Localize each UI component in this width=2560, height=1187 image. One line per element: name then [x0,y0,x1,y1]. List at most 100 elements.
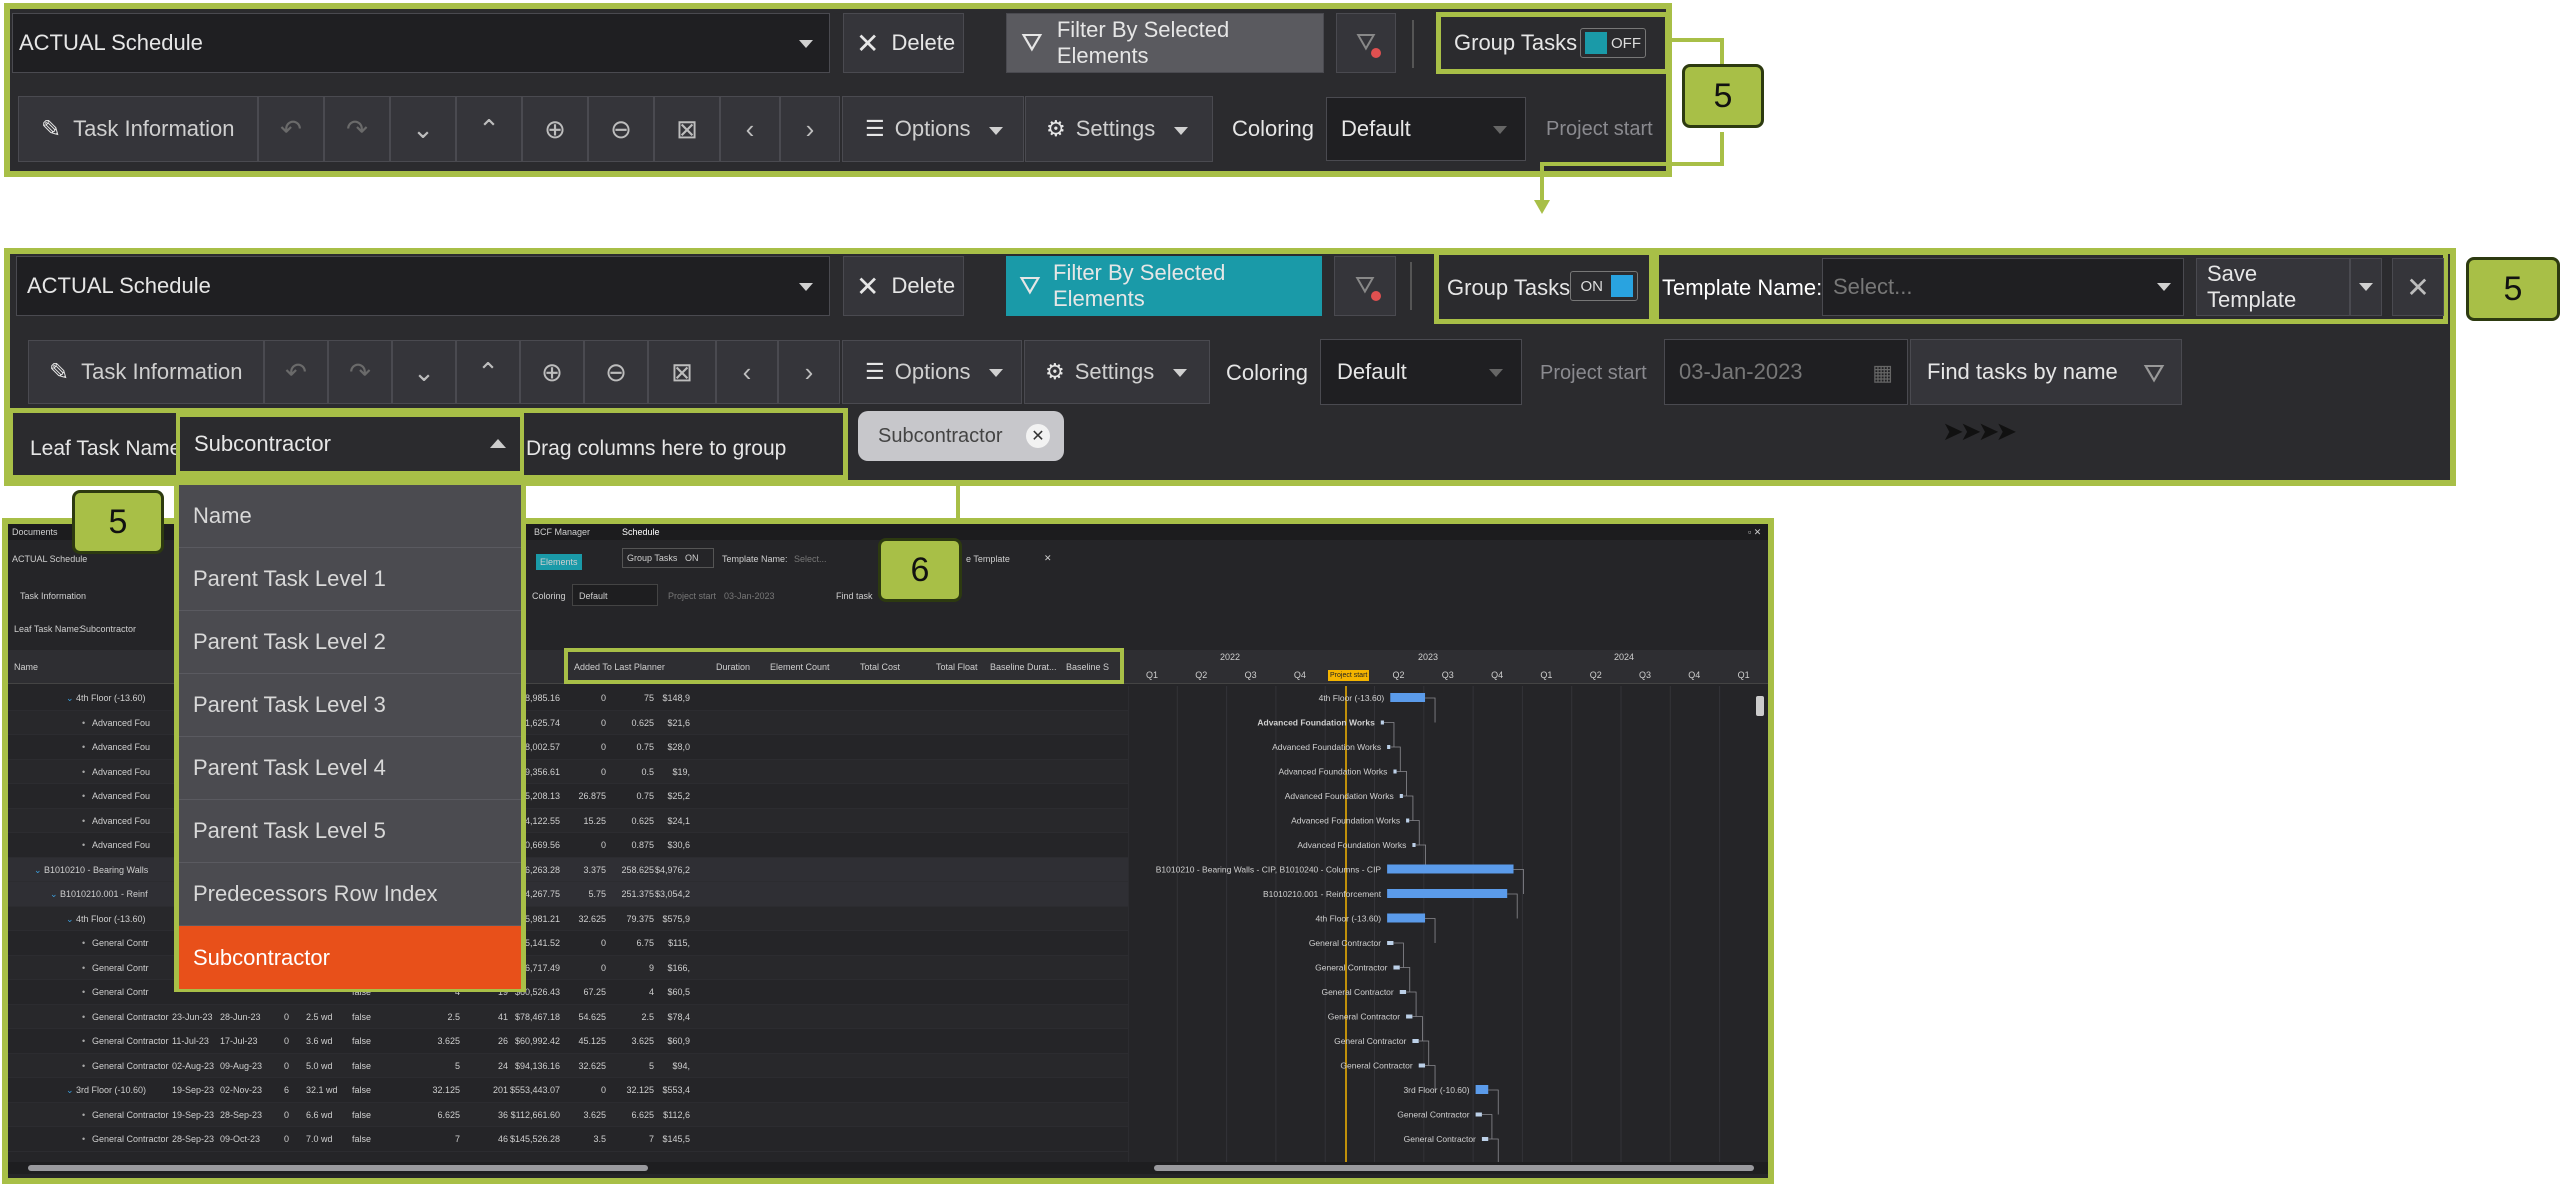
dropdown-option[interactable]: Parent Task Level 2 [179,611,521,674]
tab-schedule[interactable]: Schedule [622,527,660,537]
task-name: Advanced Fou [92,840,151,850]
table-row[interactable]: ⌄ 3rd Floor (-10.60) 19-Sep-23 02-Nov-23 6 32… [8,1078,1128,1103]
inner-coloring-select[interactable]: Default [572,584,658,606]
tab-documents[interactable]: Documents [12,527,58,537]
find-tasks-input[interactable]: Find tasks by name ⛛ [1910,339,2182,405]
dropdown-option[interactable]: Name [179,485,521,548]
delete-button[interactable]: ✕ Delete [843,256,964,316]
dropdown-option[interactable]: Parent Task Level 4 [179,737,521,800]
task-information-button[interactable]: ✎ Task Information [28,340,264,404]
bullet-icon: • [82,742,86,752]
inner-task-info[interactable]: Task Information [20,591,86,601]
scroll-thumb[interactable] [1154,1165,1754,1171]
gantt-bar[interactable] [1412,843,1416,847]
gantt-bar[interactable] [1399,794,1403,798]
zoom-out-button[interactable]: ⊖ [584,340,648,404]
chevron-down-icon [989,369,1003,377]
gantt-bar[interactable] [1390,693,1426,702]
close-template-button[interactable]: ✕ [2392,258,2444,316]
group-chip[interactable]: Subcontractor ✕ [858,411,1064,461]
filter-selected-button[interactable]: ⛛ Filter By Selected Elements [1006,256,1322,316]
window-controls-icon[interactable]: ▫ ✕ [1748,527,1761,538]
expand-all-button[interactable]: ⌄ [392,340,456,404]
inner-save-template-tail[interactable]: e Template [966,554,1010,564]
inner-template-placeholder[interactable]: Select... [794,554,827,564]
gantt-bar[interactable] [1387,913,1426,923]
settings-button[interactable]: ⚙ Settings [1024,340,1210,404]
gantt-bar[interactable] [1475,1112,1482,1117]
zoom-out-icon: ⊖ [605,356,627,387]
gantt-bar[interactable] [1412,1039,1419,1043]
dropdown-option[interactable]: Predecessors Row Index [179,863,521,926]
zoom-in-button[interactable]: ⊕ [520,340,584,404]
chip-remove-icon[interactable]: ✕ [1026,424,1050,448]
column-header[interactable]: Total Float [936,662,978,672]
gantt-bar[interactable] [1387,941,1394,945]
inner-filter-tail[interactable]: Elements [536,554,582,570]
column-header[interactable]: Added To Last Planner [574,662,665,672]
gantt-bar[interactable] [1393,769,1397,774]
clear-filter-button[interactable]: ⛛ [1334,256,1396,316]
scroll-thumb[interactable] [28,1165,648,1171]
inner-group-toggle[interactable]: ON [685,553,699,563]
bullet-icon: • [82,1060,86,1071]
gantt-bar[interactable] [1387,745,1391,749]
column-header[interactable]: Duration [716,662,750,672]
redo-button[interactable]: ↷ [328,340,392,404]
gantt-horizontal-scrollbar[interactable] [1128,1162,1768,1174]
options-button[interactable]: ☰ Options [842,340,1022,404]
tab-bcf-manager[interactable]: BCF Manager [534,527,590,537]
gantt-bar[interactable] [1380,720,1384,725]
save-template-button[interactable]: Save Template [2196,258,2350,316]
expander-icon[interactable]: ⌄ [50,889,58,900]
gantt-bar[interactable] [1393,965,1400,970]
undo-icon: ↶ [285,356,307,387]
gantt-bar[interactable] [1418,1063,1426,1068]
schedule-select[interactable]: ACTUAL Schedule [16,256,830,316]
template-select[interactable]: Select... [1822,258,2184,316]
column-header[interactable]: Total Cost [860,662,900,672]
gantt-task-label: General Contractor [1328,1012,1400,1022]
inner-leaf-value[interactable]: Subcontractor [80,624,136,634]
gantt-bar[interactable] [1387,889,1508,898]
gantt-bar[interactable] [1406,818,1410,823]
leaf-task-select[interactable]: Subcontractor [176,413,524,475]
group-tasks-toggle[interactable]: ON [1570,271,1638,301]
expander-icon[interactable]: ⌄ [34,865,42,876]
inner-date[interactable]: 03-Jan-2023 [724,591,775,601]
undo-button[interactable]: ↶ [264,340,328,404]
gantt-scrollbar[interactable] [1756,696,1764,716]
prev-button[interactable]: ‹ [716,340,778,404]
gantt-bar[interactable] [1475,1085,1489,1094]
table-row[interactable]: • General Contractor 19-Sep-23 28-Sep-23 0 6.… [8,1102,1128,1127]
table-row[interactable]: • General Contractor 23-Jun-23 28-Jun-23 0 2.… [8,1004,1128,1029]
table-row[interactable]: • General Contractor 11-Jul-23 17-Jul-23 0 3.… [8,1029,1128,1054]
fit-button[interactable]: ⊠ [648,340,716,404]
dropdown-option[interactable]: Parent Task Level 5 [179,800,521,863]
next-button[interactable]: › [778,340,840,404]
save-template-menu[interactable] [2350,258,2382,316]
col-name-header[interactable]: Name [14,662,38,672]
dropdown-option[interactable]: Parent Task Level 1 [179,548,521,611]
column-header[interactable]: Baseline S [1066,662,1109,672]
gantt-bar[interactable] [1387,864,1514,874]
coloring-select[interactable]: Default [1320,339,1522,405]
table-row[interactable]: • General Contractor 02-Aug-23 09-Aug-23 0 5.… [8,1053,1128,1078]
expander-icon[interactable]: ⌄ [66,1085,74,1096]
dropdown-option[interactable]: Parent Task Level 3 [179,674,521,737]
inner-close-icon[interactable]: ✕ [1044,553,1052,564]
dropdown-option[interactable]: Subcontractor [179,926,521,989]
project-start-date[interactable]: 03-Jan-2023 ▦ [1664,339,1908,405]
gantt-bar[interactable] [1481,1137,1489,1141]
expander-icon[interactable]: ⌄ [66,914,74,925]
expander-arrows-icon[interactable]: ➤➤➤➤ [1942,416,2017,447]
expander-icon[interactable]: ⌄ [66,693,74,704]
grid-horizontal-scrollbar[interactable] [8,1162,1128,1174]
gantt-bar[interactable] [1406,1014,1413,1019]
collapse-all-button[interactable]: ⌃ [456,340,520,404]
gantt-bar[interactable] [1399,990,1407,994]
column-header[interactable]: Baseline Durat... [990,662,1057,672]
inner-find[interactable]: Find task [836,591,873,601]
table-row[interactable]: • General Contractor 28-Sep-23 09-Oct-23 0 7.… [8,1127,1128,1152]
column-header[interactable]: Element Count [770,662,830,672]
